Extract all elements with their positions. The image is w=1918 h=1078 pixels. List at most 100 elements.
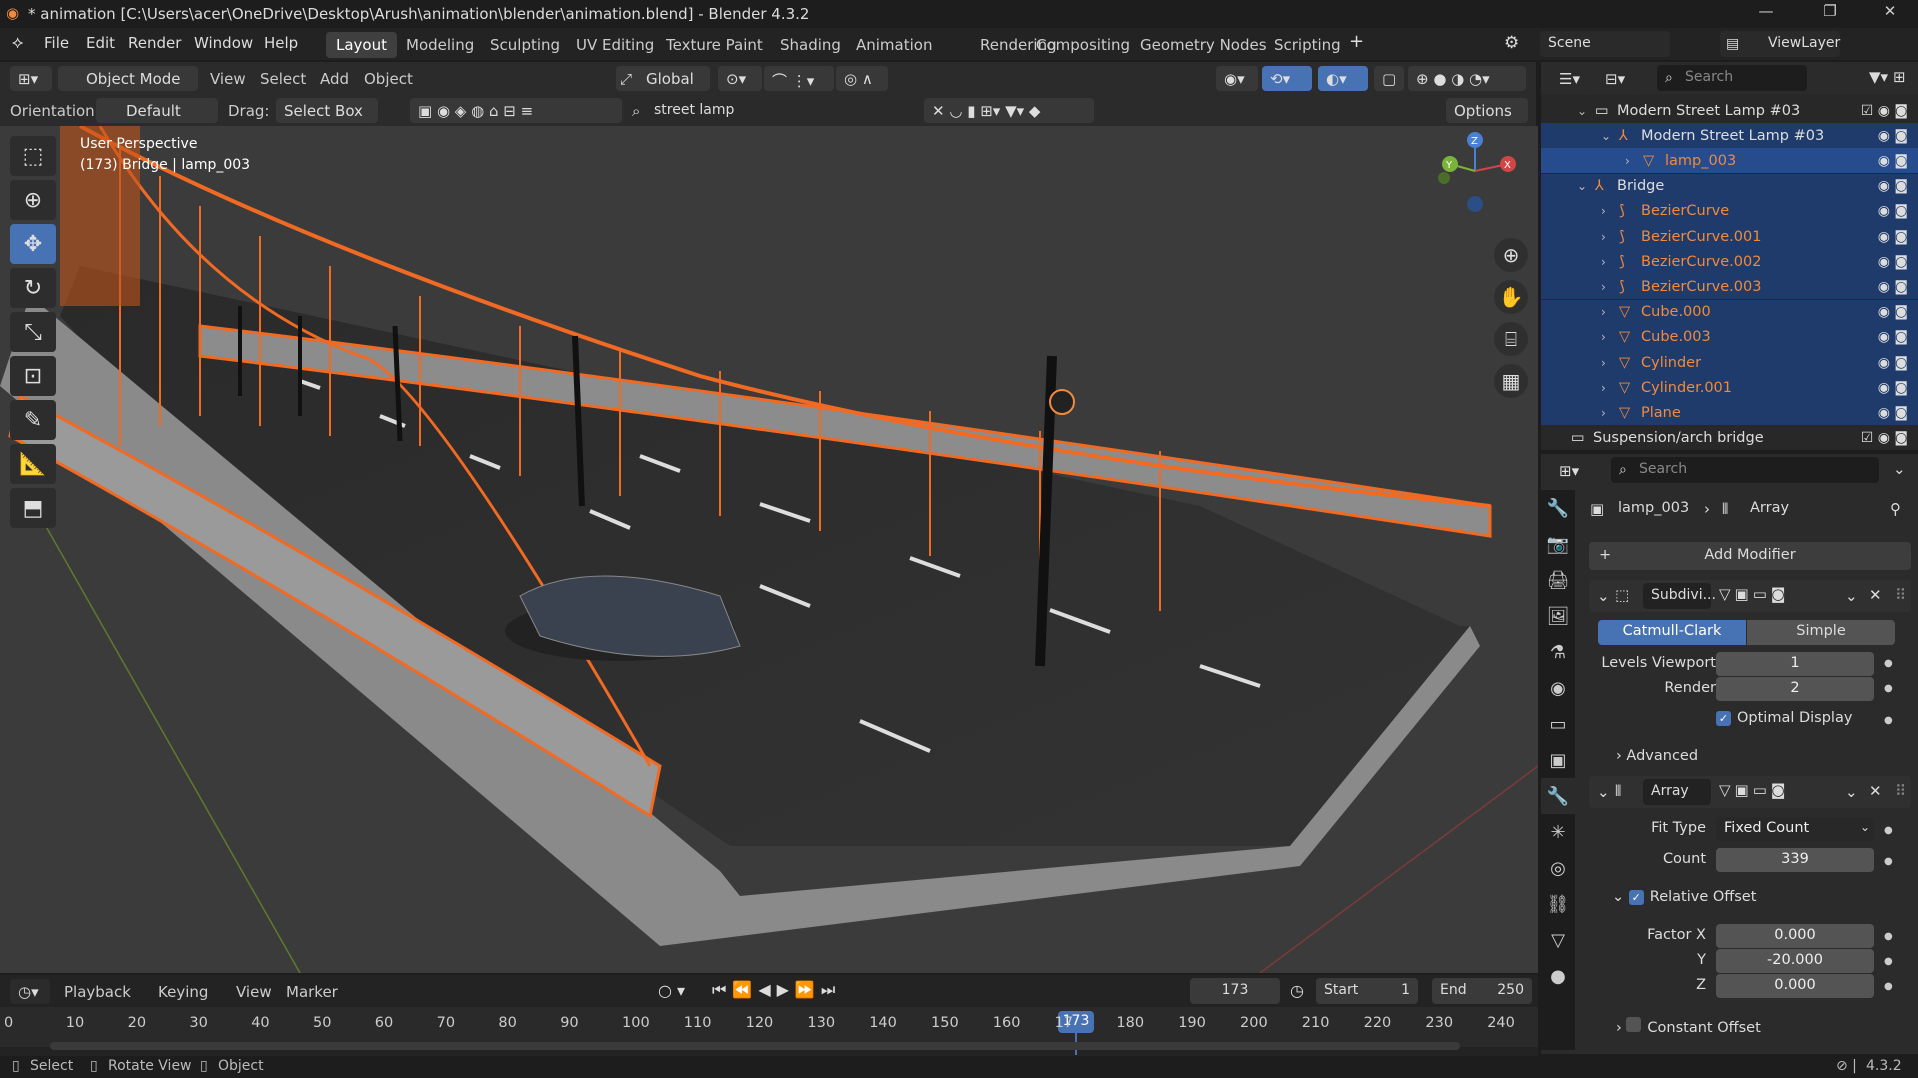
levels-viewport-field[interactable]: 1 bbox=[1716, 652, 1874, 676]
add-workspace-icon[interactable]: + bbox=[1349, 31, 1364, 52]
add-modifier-button[interactable]: + Add Modifier bbox=[1589, 542, 1911, 570]
display-mode-icon[interactable]: ⊟▾ bbox=[1597, 66, 1637, 91]
tab-modeling[interactable]: Modeling bbox=[396, 32, 484, 58]
transform-tool-icon[interactable]: ⊡ bbox=[10, 356, 56, 396]
drag-handle-icon[interactable]: ⠿ bbox=[1895, 586, 1906, 604]
zoom-icon[interactable]: ⊕ bbox=[1494, 238, 1528, 272]
physics-tab-icon[interactable]: ◎ bbox=[1541, 850, 1575, 886]
render-levels-field[interactable]: 2 bbox=[1716, 677, 1874, 701]
visibility-toggle-icons[interactable]: ◉ ◙ bbox=[1878, 304, 1908, 320]
outliner-row[interactable]: ▭ Suspension/arch bridge ☑ ◉ ◙ bbox=[1541, 426, 1918, 451]
outliner-row[interactable]: ⌄ ⅄ Bridge ◉ ◙ bbox=[1541, 173, 1918, 199]
autokey-icon[interactable]: ○ ▾ bbox=[658, 981, 685, 1000]
chevron-down-icon[interactable]: ⌄ bbox=[1845, 587, 1858, 605]
scene-selector-icon[interactable]: ⚙ bbox=[1504, 33, 1519, 53]
navigation-gizmo[interactable]: Z X Y bbox=[1430, 126, 1520, 216]
particles-tab-icon[interactable]: ✳ bbox=[1541, 814, 1575, 850]
visibility-toggle-icons[interactable]: ◉ ◙ bbox=[1878, 153, 1908, 169]
current-frame-field[interactable]: 173 bbox=[1190, 978, 1280, 1004]
gizmo-toggle-icon[interactable]: ⟲▾ bbox=[1262, 66, 1312, 91]
visibility-toggle-icons[interactable]: ◉ ◙ bbox=[1878, 178, 1908, 194]
expand-chevron-icon[interactable]: › bbox=[1625, 154, 1630, 168]
view-layer-tab-icon[interactable]: 🖼 bbox=[1541, 598, 1575, 634]
tool-tab-icon[interactable]: 🔧 bbox=[1541, 490, 1575, 526]
xray-icon[interactable]: ▢ bbox=[1374, 66, 1404, 91]
pan-hand-icon[interactable]: ✋ bbox=[1494, 280, 1528, 314]
maximize-button[interactable]: ❐ bbox=[1808, 2, 1852, 26]
add-cube-tool-icon[interactable]: ⬒ bbox=[10, 488, 56, 528]
blender-menu-icon[interactable]: ⟡ bbox=[12, 33, 23, 53]
expand-chevron-icon[interactable]: › bbox=[1601, 255, 1606, 269]
outliner-row[interactable]: › ▽ Plane ◉ ◙ bbox=[1541, 400, 1918, 426]
expand-chevron-icon[interactable]: › bbox=[1601, 230, 1606, 244]
expand-chevron-icon[interactable]: › bbox=[1601, 356, 1606, 370]
menu-file[interactable]: File bbox=[44, 34, 69, 52]
keyframe-dot-icon[interactable]: ● bbox=[1884, 658, 1893, 669]
tab-scripting[interactable]: Scripting bbox=[1264, 32, 1351, 58]
subdivision-modifier-header[interactable]: ⌄ ⬚ Subdivi... ▽▣▭◙ ⌄ ✕ ⠿ bbox=[1589, 580, 1911, 612]
object-tab-icon[interactable]: ▣ bbox=[1541, 742, 1575, 778]
pin-icon[interactable]: ⚲ bbox=[1890, 500, 1901, 518]
end-frame-field[interactable]: End 250 bbox=[1432, 978, 1532, 1004]
keyframe-dot-icon[interactable]: ● bbox=[1884, 931, 1893, 942]
outliner-filter-input[interactable]: street lamp bbox=[624, 98, 920, 124]
visibility-toggle-icons[interactable]: ◉ ◙ bbox=[1878, 329, 1908, 345]
tab-compositing[interactable]: Compositing bbox=[1026, 32, 1140, 58]
subdivision-name-field[interactable]: Subdivi... bbox=[1643, 583, 1716, 609]
constant-offset-subpanel[interactable]: › Constant Offset bbox=[1616, 1017, 1761, 1036]
outliner-row[interactable]: ⌄ ▭ Modern Street Lamp #03 ☑ ◉ ◙ bbox=[1541, 98, 1918, 123]
outliner-row[interactable]: ⌄ ⅄ Modern Street Lamp #03 ◉ ◙ bbox=[1541, 123, 1918, 149]
data-tab-icon[interactable]: ▽ bbox=[1541, 922, 1575, 958]
outliner-row[interactable]: › ⟆ BezierCurve.003 ◉ ◙ bbox=[1541, 274, 1918, 300]
expand-chevron-icon[interactable]: ⌄ bbox=[1577, 104, 1587, 118]
overlay-toggle-icon[interactable]: ◐▾ bbox=[1318, 66, 1368, 91]
filter-icon[interactable]: ▼▾ bbox=[1869, 68, 1888, 86]
scene-tab-icon[interactable]: ⚗ bbox=[1541, 634, 1575, 670]
start-frame-field[interactable]: Start 1 bbox=[1316, 978, 1418, 1004]
tab-uv-editing[interactable]: UV Editing bbox=[566, 32, 664, 58]
factor-z-field[interactable]: 0.000 bbox=[1716, 974, 1874, 998]
measure-tool-icon[interactable]: 📐 bbox=[10, 444, 56, 484]
world-tab-icon[interactable]: ◉ bbox=[1541, 670, 1575, 706]
close-icon[interactable]: ✕ bbox=[1869, 586, 1882, 604]
select-tool-icon[interactable]: ⬚ bbox=[10, 136, 56, 176]
chevron-down-icon[interactable]: ⌄ bbox=[1893, 460, 1906, 478]
array-name-field[interactable]: Array bbox=[1643, 779, 1711, 805]
material-tab-icon[interactable]: ● bbox=[1541, 958, 1575, 994]
expand-chevron-icon[interactable]: › bbox=[1601, 330, 1606, 344]
chevron-down-icon[interactable]: ⌄ bbox=[1845, 783, 1858, 801]
menu-help[interactable]: Help bbox=[264, 34, 298, 52]
outliner-row[interactable]: › ⟆ BezierCurve ◉ ◙ bbox=[1541, 198, 1918, 224]
keyframe-dot-icon[interactable]: ● bbox=[1884, 825, 1893, 836]
fit-type-dropdown[interactable]: Fixed Count bbox=[1716, 817, 1874, 841]
camera-view-icon[interactable]: ⌸ bbox=[1494, 322, 1528, 356]
preview-range-icon[interactable]: ◷ bbox=[1290, 981, 1304, 1000]
close-icon[interactable]: ✕ bbox=[1869, 782, 1882, 800]
properties-search-input[interactable]: Search bbox=[1611, 457, 1879, 483]
drag-dropdown[interactable]: Select Box bbox=[276, 98, 378, 123]
snap-icon[interactable]: ⌒ ⋮▾ bbox=[764, 66, 834, 91]
simple-tab[interactable]: Simple bbox=[1747, 620, 1895, 645]
output-tab-icon[interactable]: 🖨 bbox=[1541, 562, 1575, 598]
outliner-search-input[interactable]: Search bbox=[1657, 65, 1807, 91]
orientation-dropdown[interactable]: Default bbox=[96, 98, 218, 123]
visibility-toggle-icons[interactable]: ◉ ◙ bbox=[1878, 128, 1908, 144]
outliner-editor-type-icon[interactable]: ☰▾ bbox=[1551, 66, 1591, 91]
visibility-toggle-icons[interactable]: ◉ ◙ bbox=[1878, 229, 1908, 245]
advanced-subpanel[interactable]: › Advanced bbox=[1616, 748, 1698, 764]
outliner-panel[interactable]: ☰▾ ⊟▾ Search ⌕ ▼▾ ⊞ ⌄ ▭ Modern Street Lamp… bbox=[1541, 62, 1918, 450]
chevron-down-icon[interactable]: ⌄ bbox=[1597, 587, 1610, 605]
menu-playback[interactable]: Playback bbox=[64, 983, 131, 1001]
minimize-button[interactable]: — bbox=[1744, 2, 1788, 26]
timeline-scrollbar[interactable] bbox=[50, 1042, 1460, 1050]
move-tool-icon[interactable]: ✥ bbox=[10, 224, 56, 264]
tab-texture-paint[interactable]: Texture Paint bbox=[656, 32, 773, 58]
close-button[interactable]: ✕ bbox=[1868, 2, 1912, 26]
pivot-icon[interactable]: ⊙▾ bbox=[718, 66, 762, 91]
visibility-toggle-icons[interactable]: ◉ ◙ bbox=[1878, 405, 1908, 421]
outliner-row[interactable]: › ▽ lamp_003 ◉ ◙ bbox=[1541, 148, 1918, 174]
expand-chevron-icon[interactable]: › bbox=[1601, 280, 1606, 294]
visibility-toggle-icons[interactable]: ◉ ◙ bbox=[1878, 203, 1908, 219]
menu-marker[interactable]: Marker bbox=[286, 983, 338, 1001]
annotate-tool-icon[interactable]: ✎ bbox=[10, 400, 56, 440]
